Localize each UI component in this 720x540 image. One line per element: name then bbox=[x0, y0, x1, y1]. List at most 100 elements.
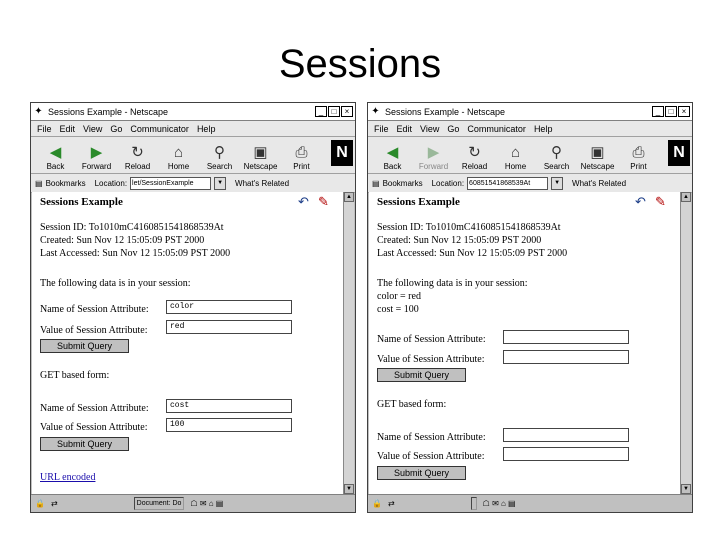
back-button[interactable]: ◀ Back bbox=[35, 144, 76, 173]
last-accessed-time: Last Accessed: Sun Nov 12 15:05:09 PST 2… bbox=[377, 248, 568, 259]
maximize-button[interactable]: □ bbox=[328, 106, 340, 117]
menu-help[interactable]: Help bbox=[197, 124, 216, 134]
print-button[interactable]: ⎙ Print bbox=[281, 144, 322, 173]
reload-icon: ↻ bbox=[131, 144, 144, 161]
menu-go[interactable]: Go bbox=[447, 124, 459, 134]
menu-help[interactable]: Help bbox=[534, 124, 553, 134]
session-data-intro: The following data is in your session: bbox=[40, 278, 191, 289]
created-time: Created: Sun Nov 12 15:05:09 PST 2000 bbox=[377, 235, 542, 246]
browser-window-right: ✦ Sessions Example - Netscape _ □ × File… bbox=[367, 102, 693, 513]
security-lock-icon[interactable]: 🔒 bbox=[35, 499, 45, 508]
session-value-input[interactable] bbox=[503, 350, 629, 364]
print-button[interactable]: ⎙ Print bbox=[618, 144, 659, 173]
page-title: Sessions Example bbox=[40, 196, 123, 208]
back-arrow-icon: ◀ bbox=[49, 144, 62, 161]
menu-file[interactable]: File bbox=[374, 124, 389, 134]
whats-related-button[interactable]: What's Related bbox=[572, 179, 626, 188]
home-icon: ⌂ bbox=[173, 144, 184, 161]
scroll-up-icon[interactable]: ▲ bbox=[681, 192, 691, 202]
slide-title: Sessions bbox=[278, 42, 442, 86]
minimize-button[interactable]: _ bbox=[315, 106, 327, 117]
location-input[interactable]: 60851541868539At bbox=[467, 176, 549, 190]
window-titlebar[interactable]: ✦ Sessions Example - Netscape _ □ × bbox=[368, 103, 692, 121]
get-value-input[interactable]: 100 bbox=[166, 418, 292, 432]
session-data-intro: The following data is in your session: bbox=[377, 278, 528, 289]
close-button[interactable]: × bbox=[678, 106, 690, 117]
menu-view[interactable]: View bbox=[420, 124, 439, 134]
reload-button[interactable]: ↻ Reload bbox=[454, 144, 495, 173]
session-name-input[interactable] bbox=[503, 330, 629, 344]
session-data-line: color = red bbox=[377, 291, 421, 302]
bookmarks-button[interactable]: Bookmarks bbox=[383, 179, 423, 188]
menu-view[interactable]: View bbox=[83, 124, 102, 134]
close-button[interactable]: × bbox=[341, 106, 353, 117]
menu-edit[interactable]: Edit bbox=[60, 124, 76, 134]
submit-query-button[interactable]: Submit Query bbox=[40, 339, 129, 353]
scroll-down-icon[interactable]: ▼ bbox=[681, 484, 691, 494]
name-label-get: Name of Session Attribute: bbox=[377, 432, 486, 443]
location-dropdown-icon[interactable]: ▼ bbox=[214, 176, 227, 190]
submit-query-button-get[interactable]: Submit Query bbox=[377, 466, 466, 480]
location-dropdown-icon[interactable]: ▼ bbox=[551, 176, 564, 190]
get-value-input[interactable] bbox=[503, 447, 629, 461]
maximize-button[interactable]: □ bbox=[665, 106, 677, 117]
page-content: Sessions Example ↶ ✎ Session ID: To1010m… bbox=[32, 192, 344, 494]
forward-button[interactable]: ▶ Forward bbox=[413, 144, 454, 173]
location-bar: ▤ Bookmarks Location: let/SessionExample… bbox=[31, 174, 355, 193]
menu-go[interactable]: Go bbox=[110, 124, 122, 134]
back-button[interactable]: ◀ Back bbox=[372, 144, 413, 173]
netscape-button[interactable]: ▣ Netscape bbox=[240, 144, 281, 173]
netscape-logo-icon: N bbox=[668, 140, 690, 166]
status-text bbox=[470, 497, 477, 510]
url-encoded-link[interactable]: URL encoded bbox=[40, 472, 95, 483]
menu-file[interactable]: File bbox=[37, 124, 52, 134]
search-icon: ⚲ bbox=[551, 144, 562, 161]
session-value-input[interactable]: red bbox=[166, 320, 292, 334]
navigation-toolbar: ◀ Back ▶ Forward ↻ Reload ⌂ Home ⚲ Search ▣ Ne… bbox=[31, 137, 355, 174]
window-title: Sessions Example - Netscape bbox=[385, 106, 506, 117]
name-label: Name of Session Attribute: bbox=[377, 334, 486, 345]
submit-query-button-get[interactable]: Submit Query bbox=[40, 437, 129, 451]
scroll-down-icon[interactable]: ▼ bbox=[344, 484, 354, 494]
netscape-button[interactable]: ▣ Netscape bbox=[577, 144, 618, 173]
get-name-input[interactable] bbox=[503, 428, 629, 442]
quill-icon[interactable]: ✎ bbox=[655, 194, 666, 210]
window-titlebar[interactable]: ✦ Sessions Example - Netscape _ □ × bbox=[31, 103, 355, 121]
vertical-scrollbar[interactable]: ▲ ▼ bbox=[680, 192, 691, 494]
location-bar: ▤ Bookmarks Location: 60851541868539At ▼… bbox=[368, 174, 692, 193]
print-icon: ⎙ bbox=[295, 144, 308, 161]
home-button[interactable]: ⌂ Home bbox=[495, 144, 536, 173]
minimize-button[interactable]: _ bbox=[652, 106, 664, 117]
session-name-input[interactable]: color bbox=[166, 300, 292, 314]
value-label: Value of Session Attribute: bbox=[40, 325, 148, 336]
search-button[interactable]: ⚲ Search bbox=[536, 144, 577, 173]
value-label-get: Value of Session Attribute: bbox=[377, 451, 485, 462]
name-label-get: Name of Session Attribute: bbox=[40, 403, 149, 414]
quill-icon[interactable]: ✎ bbox=[318, 194, 329, 210]
component-bar-icons[interactable]: ☖ ✉ ⌂ ▤ bbox=[483, 499, 516, 508]
status-bar: 🔒 ⇄ ☖ ✉ ⌂ ▤ bbox=[368, 494, 692, 512]
submit-query-button[interactable]: Submit Query bbox=[377, 368, 466, 382]
reload-button[interactable]: ↻ Reload bbox=[117, 144, 158, 173]
return-icon[interactable]: ↶ bbox=[298, 194, 309, 210]
home-icon: ⌂ bbox=[510, 144, 521, 161]
session-id: Session ID: To1010mC4160851541868539At bbox=[377, 222, 561, 233]
netscape-icon: ▣ bbox=[590, 144, 605, 161]
vertical-scrollbar[interactable]: ▲ ▼ bbox=[343, 192, 354, 494]
menu-edit[interactable]: Edit bbox=[397, 124, 413, 134]
netscape-window-icon: ✦ bbox=[371, 106, 380, 117]
security-lock-icon[interactable]: 🔒 bbox=[372, 499, 382, 508]
search-button[interactable]: ⚲ Search bbox=[199, 144, 240, 173]
scroll-up-icon[interactable]: ▲ bbox=[344, 192, 354, 202]
whats-related-button[interactable]: What's Related bbox=[235, 179, 289, 188]
get-name-input[interactable]: cost bbox=[166, 399, 292, 413]
bookmarks-button[interactable]: Bookmarks bbox=[46, 179, 86, 188]
location-input[interactable]: let/SessionExample bbox=[130, 176, 212, 190]
component-bar-icons[interactable]: ☖ ✉ ⌂ ▤ bbox=[190, 499, 223, 508]
menu-communicator[interactable]: Communicator bbox=[467, 124, 526, 134]
forward-button[interactable]: ▶ Forward bbox=[76, 144, 117, 173]
return-icon[interactable]: ↶ bbox=[635, 194, 646, 210]
home-button[interactable]: ⌂ Home bbox=[158, 144, 199, 173]
netscape-logo-icon: N bbox=[331, 140, 353, 166]
menu-communicator[interactable]: Communicator bbox=[130, 124, 189, 134]
